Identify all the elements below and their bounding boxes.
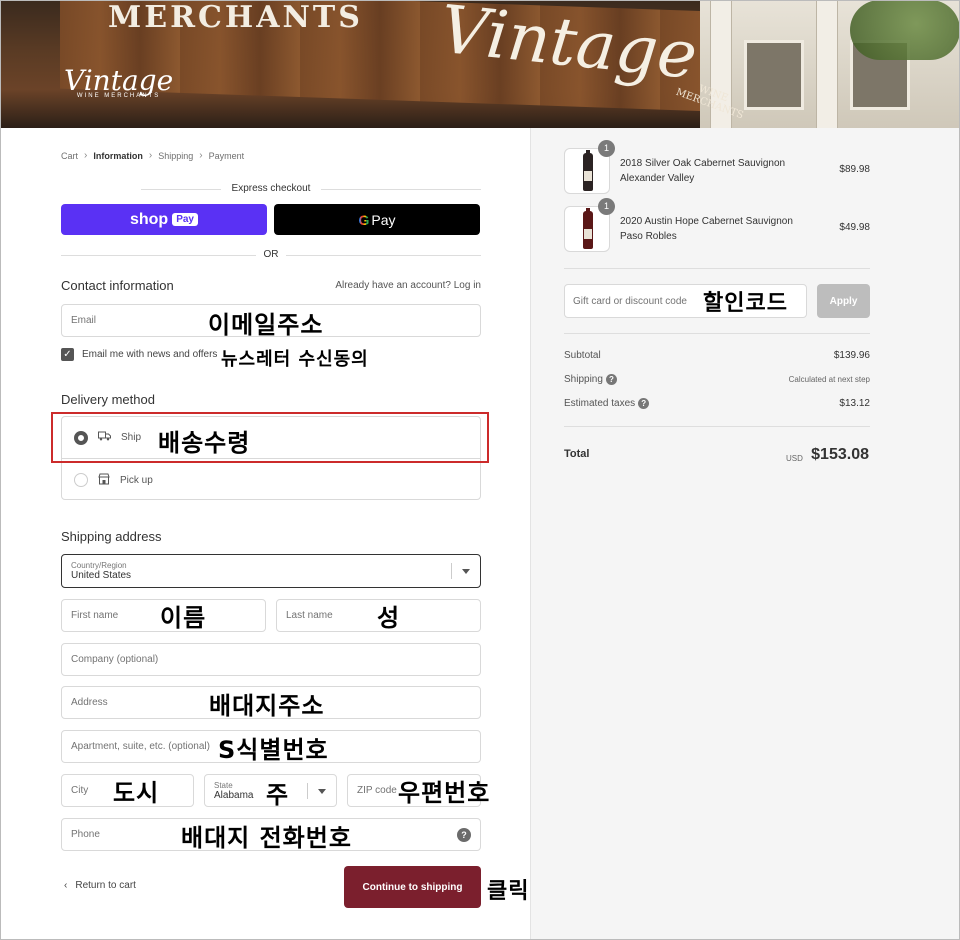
login-link[interactable]: Already have an account? Log in [335, 280, 481, 291]
divider [564, 333, 870, 334]
google-pay-button[interactable]: G Pay [274, 204, 480, 235]
annotation-last-name: 성 [377, 604, 401, 632]
currency-code: USD [786, 454, 803, 463]
annotation-zip: 우편번호 [398, 779, 491, 807]
annotation-phone: 배대지 전화번호 [181, 824, 352, 852]
company-field[interactable]: Company (optional) [61, 643, 481, 676]
order-summary-column: 1 2018 Silver Oak Cabernet Sauvignon Ale… [530, 128, 960, 940]
product-price: $49.98 [839, 222, 870, 233]
help-icon[interactable]: ? [638, 398, 650, 409]
chevron-right-icon: › [148, 150, 153, 161]
store-banner: MERCHANTS Vintage WINE MERCHANTS Vintage… [0, 0, 960, 128]
total-amount: $153.08 [811, 446, 869, 463]
chevron-down-icon [462, 569, 470, 574]
chevron-left-icon: ‹ [64, 880, 68, 891]
annotation-apartment: S식별번호 [218, 736, 329, 764]
annotation-ship: 배송수령 [158, 429, 251, 457]
country-select[interactable]: Country/Region United States [61, 554, 481, 588]
delivery-method-title: Delivery method [61, 392, 155, 407]
newsletter-checkbox[interactable]: ✓ [61, 348, 74, 361]
taxes-row: Estimated taxes? $13.12 [564, 398, 870, 409]
subtotal-row: Subtotal $139.96 [564, 350, 870, 361]
breadcrumb-payment: Payment [208, 150, 245, 161]
sign-merchants-text: MERCHANTS [108, 0, 363, 35]
google-icon: G [358, 211, 370, 228]
highlight-box [51, 412, 489, 463]
apply-button[interactable]: Apply [817, 284, 870, 318]
breadcrumb: Cart › Information › Shipping › Payment [61, 150, 244, 161]
annotation-email: 이메일주소 [208, 311, 324, 339]
annotation-discount: 할인코드 [703, 291, 788, 316]
annotation-address: 배대지주소 [209, 692, 325, 720]
shipping-row: Shipping? Calculated at next step [564, 374, 870, 385]
store-icon [98, 473, 110, 488]
help-icon[interactable]: ? [605, 374, 617, 385]
wine-bottle-icon [583, 150, 593, 191]
divider [564, 426, 870, 427]
contact-information-title: Contact information [61, 278, 174, 293]
total-label: Total [564, 448, 590, 460]
radio-unselected[interactable] [74, 473, 88, 487]
annotation-click: 클릭 [487, 879, 530, 904]
breadcrumb-information: Information [93, 150, 143, 161]
delivery-option-pickup[interactable]: Pick up [62, 459, 480, 501]
checkout-form-column: Cart › Information › Shipping › Payment … [0, 128, 530, 940]
newsletter-label: Email me with news and offers [82, 349, 218, 360]
express-checkout-label: Express checkout [61, 183, 481, 194]
chevron-right-icon: › [84, 150, 88, 161]
store-logo[interactable]: Vintage WINE MERCHANTS [64, 64, 173, 99]
shop-pay-button[interactable]: shop Pay [61, 204, 267, 235]
product-price: $89.98 [839, 164, 870, 175]
breadcrumb-cart[interactable]: Cart [61, 151, 78, 161]
annotation-newsletter: 뉴스레터 수신동의 [221, 349, 369, 370]
help-icon[interactable]: ? [457, 827, 471, 842]
cart-item: 1 2020 Austin Hope Cabernet Sauvignon Pa… [564, 198, 870, 254]
chevron-down-icon [318, 788, 326, 794]
return-to-cart-link[interactable]: ‹ Return to cart [64, 880, 136, 891]
chevron-right-icon: › [199, 150, 203, 161]
annotation-state: 주 [266, 781, 290, 809]
product-name: 2020 Austin Hope Cabernet Sauvignon Paso… [620, 216, 793, 242]
annotation-first-name: 이름 [160, 604, 207, 632]
breadcrumb-shipping: Shipping [158, 150, 194, 161]
wine-bottle-icon [583, 208, 593, 249]
continue-to-shipping-button[interactable]: Continue to shipping [344, 866, 481, 908]
product-name: 2018 Silver Oak Cabernet Sauvignon Alexa… [620, 158, 786, 184]
or-divider: OR [61, 249, 481, 260]
cart-item: 1 2018 Silver Oak Cabernet Sauvignon Ale… [564, 140, 870, 196]
shipping-address-title: Shipping address [61, 529, 162, 544]
quantity-badge: 1 [598, 198, 615, 215]
divider [564, 268, 870, 269]
quantity-badge: 1 [598, 140, 615, 157]
annotation-city: 도시 [113, 779, 160, 807]
